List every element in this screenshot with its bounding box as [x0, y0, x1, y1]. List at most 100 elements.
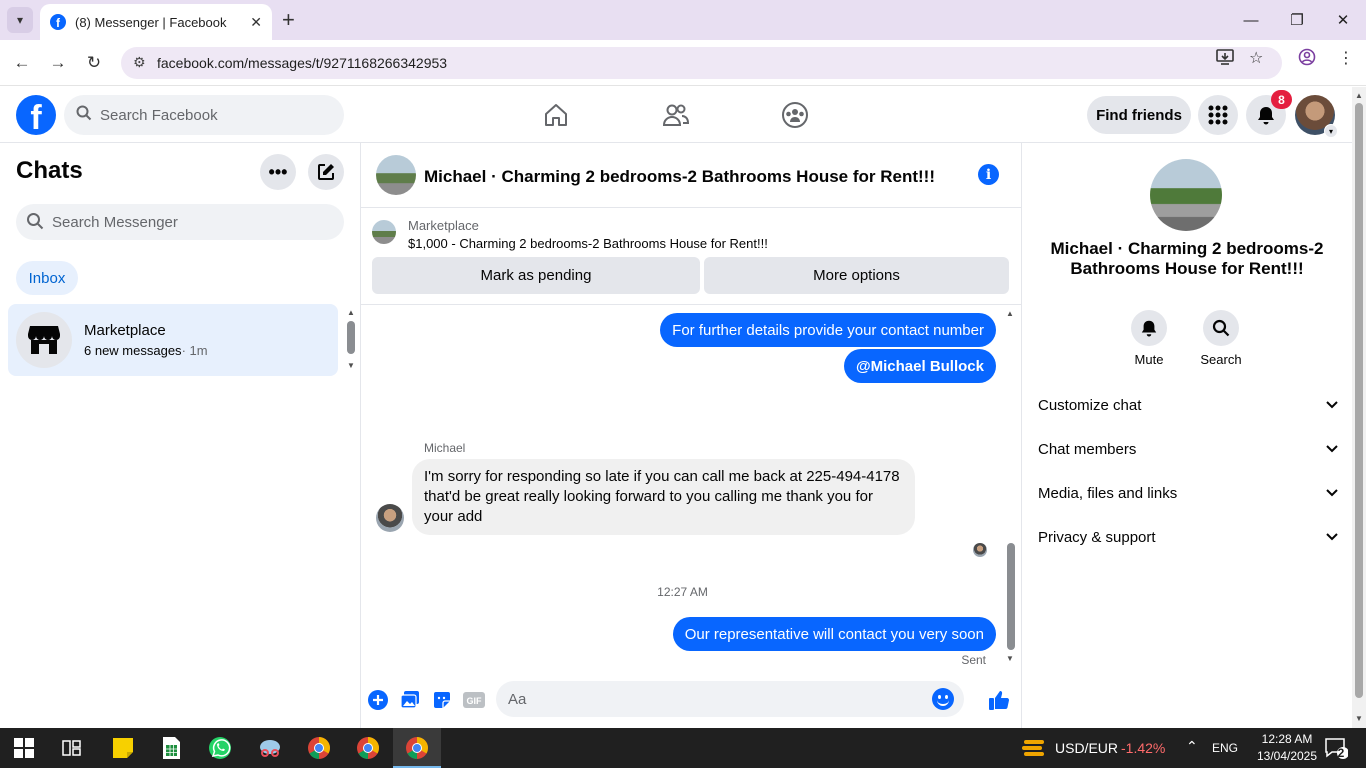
chat-time: · 1m	[181, 343, 208, 358]
browser-tab[interactable]: f (8) Messenger | Facebook ✕	[40, 4, 272, 40]
marketplace-listing-bar: Marketplace $1,000 - Charming 2 bedrooms…	[361, 208, 1022, 305]
outgoing-message[interactable]: @Michael Bullock	[844, 349, 996, 383]
media-files-links-section[interactable]: Media, files and links	[1038, 479, 1338, 507]
close-tab-icon[interactable]: ✕	[250, 14, 262, 31]
facebook-header: f Search Facebook Find friends 8 ▾	[0, 87, 1352, 143]
page-scrollbar[interactable]: ▲ ▼	[1352, 87, 1366, 728]
section-label: Media, files and links	[1038, 484, 1178, 502]
customize-chat-section[interactable]: Customize chat	[1038, 391, 1338, 419]
mute-label: Mute	[1134, 352, 1164, 367]
messenger-search-input[interactable]: Search Messenger	[16, 204, 344, 240]
sender-avatar[interactable]	[376, 504, 404, 532]
snipping-tool-icon[interactable]	[256, 734, 284, 762]
new-tab-button[interactable]: +	[282, 8, 295, 32]
restore-button[interactable]: ❐	[1274, 0, 1320, 40]
sticky-notes-icon[interactable]	[109, 734, 137, 762]
chat-details-panel: Michael · Charming 2 bedrooms-2 Bathroom…	[1022, 143, 1352, 728]
home-icon[interactable]	[540, 99, 572, 131]
install-app-icon[interactable]	[1216, 48, 1234, 71]
mute-button[interactable]: Mute	[1119, 310, 1179, 367]
notification-count: 2	[1337, 746, 1345, 760]
info-icon[interactable]: i	[978, 164, 999, 185]
clock-date[interactable]: 13/04/2025	[1250, 748, 1324, 765]
windows-taskbar: USD/EUR -1.42% ⌃ ENG 12:28 AM 13/04/2025…	[0, 728, 1366, 768]
message-input[interactable]: Aa	[496, 681, 964, 717]
chrome-profile-icon[interactable]	[354, 734, 382, 762]
bell-icon	[1131, 310, 1167, 346]
message-scrollbar-thumb[interactable]	[1007, 543, 1015, 650]
tab-title: (8) Messenger | Facebook	[75, 14, 227, 30]
windows-start-icon[interactable]	[10, 734, 38, 762]
task-view-icon[interactable]	[58, 734, 86, 762]
conversation-title[interactable]: Michael · Charming 2 bedrooms-2 Bathroom…	[424, 167, 935, 187]
bookmark-star-icon[interactable]: ☆	[1249, 48, 1263, 68]
chat-list-scrollbar-thumb[interactable]	[347, 321, 355, 354]
scroll-down-arrow-icon[interactable]: ▼	[347, 361, 355, 370]
address-bar[interactable]: ⚙ facebook.com/messages/t/92711682663429…	[121, 47, 1282, 79]
reload-button[interactable]: ↻	[81, 50, 107, 76]
chat-list-item[interactable]: Marketplace 6 new messages· 1m	[8, 304, 338, 376]
message-input-placeholder: Aa	[508, 690, 527, 708]
scroll-down-arrow-icon[interactable]: ▼	[1355, 714, 1363, 723]
more-options-button[interactable]: More options	[704, 257, 1009, 294]
tab-list-button[interactable]: ▾	[7, 7, 33, 33]
mark-as-pending-button[interactable]: Mark as pending	[372, 257, 700, 294]
privacy-support-section[interactable]: Privacy & support	[1038, 523, 1338, 551]
chrome-icon[interactable]	[305, 734, 333, 762]
new-message-icon[interactable]	[308, 154, 344, 190]
page-scrollbar-thumb[interactable]	[1355, 103, 1363, 698]
more-options-icon[interactable]: •••	[260, 154, 296, 190]
listing-thumbnail[interactable]	[372, 220, 396, 244]
inbox-filter-tab[interactable]: Inbox	[16, 261, 78, 295]
outgoing-message[interactable]: Our representative will contact you very…	[672, 617, 996, 651]
details-avatar[interactable]	[1150, 159, 1222, 231]
facebook-logo[interactable]: f	[16, 95, 56, 135]
thumbs-up-icon[interactable]	[988, 689, 1010, 711]
currency-pair[interactable]: USD/EUR	[1055, 740, 1118, 756]
incoming-message[interactable]: I'm sorry for responding so late if you …	[412, 459, 915, 535]
section-label: Chat members	[1038, 440, 1137, 458]
plus-icon[interactable]	[367, 689, 389, 711]
language-indicator[interactable]: ENG	[1212, 740, 1238, 757]
svg-text:GIF: GIF	[467, 696, 483, 706]
gif-icon[interactable]: GIF	[463, 689, 485, 711]
find-friends-button[interactable]: Find friends	[1087, 96, 1191, 134]
chat-members-section[interactable]: Chat members	[1038, 435, 1338, 463]
search-icon	[27, 213, 44, 230]
chevron-down-icon	[1326, 489, 1338, 497]
outgoing-message[interactable]: For further details provide your contact…	[660, 313, 996, 347]
friends-icon[interactable]	[660, 99, 692, 131]
chat-preview: 6 new messages· 1m	[84, 343, 208, 358]
chat-name: Marketplace	[84, 322, 166, 339]
search-in-conversation-button[interactable]: Search	[1191, 310, 1251, 367]
back-button[interactable]: ←	[9, 50, 35, 76]
chevron-up-icon[interactable]: ⌃	[1186, 738, 1198, 755]
account-avatar[interactable]: ▾	[1295, 95, 1338, 138]
facebook-search-input[interactable]: Search Facebook	[64, 95, 344, 135]
chevron-down-icon: ▾	[1324, 124, 1338, 138]
whatsapp-icon[interactable]	[206, 734, 234, 762]
marketplace-store-icon	[16, 312, 72, 368]
emoji-icon[interactable]	[932, 688, 954, 710]
currency-stack-icon[interactable]	[1020, 734, 1048, 762]
scroll-up-arrow-icon[interactable]: ▲	[347, 308, 355, 317]
menu-grid-icon[interactable]	[1198, 95, 1238, 135]
listing-title[interactable]: $1,000 - Charming 2 bedrooms-2 Bathrooms…	[408, 236, 768, 251]
chrome-active-window-icon[interactable]	[403, 734, 431, 762]
scroll-down-arrow-icon[interactable]: ▼	[1006, 654, 1014, 663]
minimize-button[interactable]: —	[1228, 0, 1274, 40]
spreadsheet-app-icon[interactable]	[157, 734, 185, 762]
browser-menu-icon[interactable]: ⋮	[1338, 48, 1354, 68]
groups-icon[interactable]	[779, 99, 811, 131]
chevron-down-icon	[1326, 401, 1338, 409]
site-settings-icon[interactable]: ⚙	[133, 54, 146, 71]
photo-icon[interactable]	[399, 689, 421, 711]
forward-button[interactable]: →	[45, 50, 71, 76]
clock-time[interactable]: 12:28 AM	[1252, 731, 1322, 748]
sticker-icon[interactable]	[431, 689, 453, 711]
profile-icon[interactable]	[1298, 48, 1316, 71]
scroll-up-arrow-icon[interactable]: ▲	[1355, 91, 1363, 100]
close-window-button[interactable]: ✕	[1320, 0, 1366, 40]
scroll-up-arrow-icon[interactable]: ▲	[1006, 309, 1014, 318]
conversation-avatar[interactable]	[376, 155, 416, 195]
